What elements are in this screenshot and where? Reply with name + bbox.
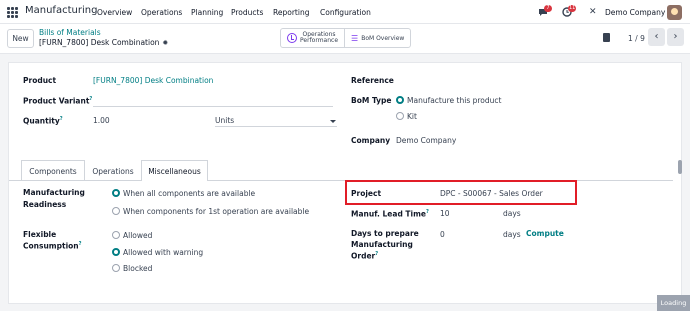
flexible-label-line2: Consumption? [23, 241, 82, 251]
flexible-warning-label[interactable]: Allowed with warning [123, 248, 203, 257]
flexible-label-line1: Flexible [23, 230, 57, 239]
flexible-allowed-label[interactable]: Allowed [123, 231, 152, 240]
prepare-label-line2: Manufacturing [351, 240, 413, 249]
new-button[interactable]: New [7, 29, 34, 48]
gear-icon[interactable]: ✹ [162, 39, 168, 47]
company-field[interactable]: Demo Company [396, 136, 456, 145]
product-label: Product [23, 76, 57, 85]
readiness-all-radio[interactable] [112, 189, 120, 197]
menu-reporting[interactable]: Reporting [273, 8, 309, 17]
clock-check-icon [287, 33, 297, 43]
debug-tools-icon[interactable]: ✕ [589, 7, 597, 17]
bom-type-kit-radio[interactable] [396, 112, 404, 120]
product-field[interactable]: [FURN_7800] Desk Combination [93, 76, 213, 85]
readiness-label-line2: Readiness [23, 200, 67, 209]
operations-performance-line2: Performance [300, 37, 339, 44]
help-icon: ? [59, 116, 63, 122]
lead-time-unit: days [503, 209, 521, 218]
messages-button[interactable]: 7 [538, 5, 552, 19]
lead-time-field[interactable]: 10 [440, 209, 450, 218]
loading-indicator: Loading [657, 295, 690, 311]
compute-button[interactable]: Compute [526, 229, 564, 238]
flexible-blocked-label[interactable]: Blocked [123, 264, 152, 273]
help-icon: ? [426, 209, 429, 215]
menu-planning[interactable]: Planning [191, 8, 223, 17]
app-title[interactable]: Manufacturing [25, 5, 97, 16]
help-icon: ? [375, 251, 379, 257]
bom-overview-label: BoM Overview [361, 34, 405, 42]
bom-type-manufacture-radio[interactable] [396, 96, 404, 104]
menu-products[interactable]: Products [231, 8, 263, 17]
company-switcher[interactable]: Demo Company [605, 8, 665, 17]
control-panel: New Bills of Materials [FURN_7800] Desk … [0, 24, 690, 54]
messages-badge: 7 [544, 5, 552, 12]
list-icon: ☰ [351, 33, 359, 43]
readiness-first-op-radio[interactable] [112, 207, 120, 215]
breadcrumb-bills-of-materials[interactable]: Bills of Materials [39, 28, 101, 37]
menu-configuration[interactable]: Configuration [320, 8, 371, 17]
product-variant-field[interactable] [93, 106, 333, 107]
menu-operations[interactable]: Operations [141, 8, 182, 17]
bom-type-manufacture-label[interactable]: Manufacture this product [407, 96, 501, 105]
tab-components[interactable]: Components [21, 160, 85, 181]
bom-type-label: BoM Type [351, 96, 392, 105]
help-icon: ? [78, 241, 82, 247]
top-navbar: Manufacturing Overview Operations Planni… [0, 0, 690, 24]
scrollbar[interactable] [678, 160, 682, 174]
uom-underline [215, 126, 337, 127]
pager-value[interactable]: 1 / 9 [628, 34, 645, 43]
user-avatar[interactable] [667, 5, 682, 20]
help-icon: ? [89, 96, 93, 102]
product-variant-label: Product Variant? [23, 96, 93, 106]
tab-operations[interactable]: Operations [85, 160, 141, 181]
attachment-icon[interactable] [603, 33, 610, 42]
flexible-blocked-radio[interactable] [112, 264, 120, 272]
prepare-label-line1: Days to prepare [351, 229, 419, 238]
app-menu-icon[interactable] [7, 7, 18, 18]
pager-previous-button[interactable]: ‹ [648, 28, 665, 46]
bom-type-kit-label[interactable]: Kit [407, 112, 417, 121]
prepare-days-unit: days [503, 230, 521, 239]
readiness-all-label[interactable]: When all components are available [123, 189, 255, 198]
tab-miscellaneous[interactable]: Miscellaneous [141, 160, 208, 181]
project-highlight-box [345, 180, 577, 205]
smart-buttons: Operations Performance ☰ BoM Overview [280, 28, 412, 48]
lead-time-label: Manuf. Lead Time? [351, 209, 429, 219]
activities-button[interactable]: 11 [562, 5, 577, 19]
reference-label: Reference [351, 76, 394, 85]
company-label: Company [351, 136, 391, 145]
record-name: [FURN_7800] Desk Combination [39, 38, 160, 47]
uom-select[interactable]: Units [215, 116, 234, 125]
chevron-down-icon [330, 120, 336, 123]
activities-badge: 11 [568, 5, 577, 12]
quantity-field[interactable]: 1.00 [93, 116, 110, 125]
menu-overview[interactable]: Overview [97, 8, 132, 17]
quantity-label: Quantity? [23, 116, 63, 126]
operations-performance-button[interactable]: Operations Performance [281, 29, 344, 47]
prepare-days-field[interactable]: 0 [440, 230, 445, 239]
prepare-label-line3: Order? [351, 251, 379, 261]
readiness-label-line1: Manufacturing [23, 188, 85, 197]
flexible-warning-radio[interactable] [112, 248, 120, 256]
readiness-first-op-label[interactable]: When components for 1st operation are av… [123, 207, 309, 216]
flexible-allowed-radio[interactable] [112, 231, 120, 239]
record-title: [FURN_7800] Desk Combination ✹ [39, 38, 168, 47]
form-sheet: Product [FURN_7800] Desk Combination Pro… [8, 62, 682, 304]
pager-next-button[interactable]: › [667, 28, 684, 46]
bom-overview-button[interactable]: ☰ BoM Overview [344, 29, 410, 47]
